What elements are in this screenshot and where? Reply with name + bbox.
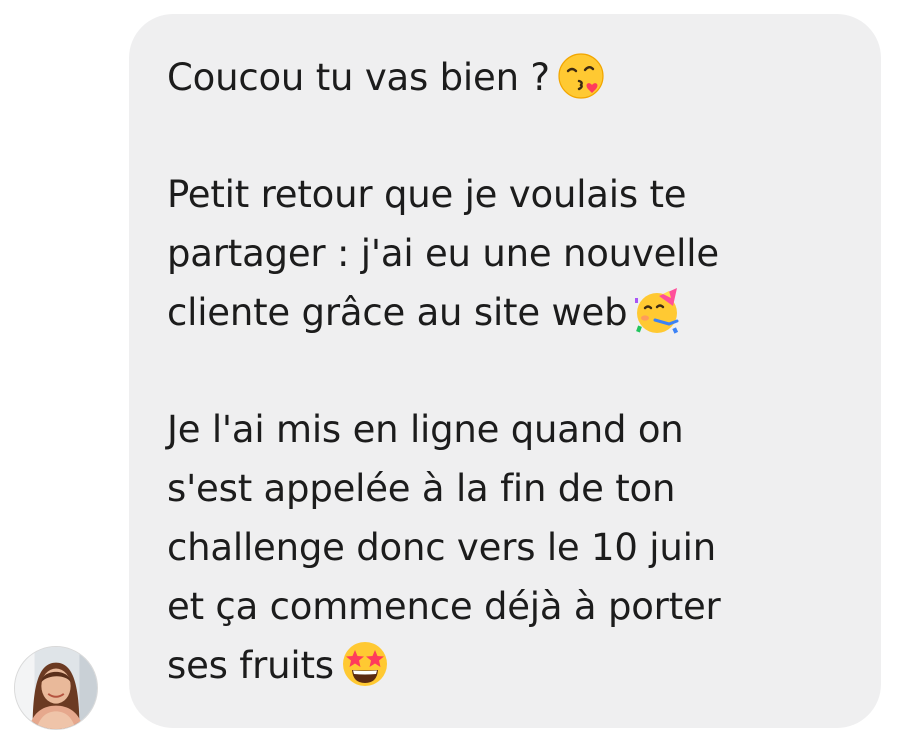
avatar-photo [15, 647, 97, 729]
message-line: ses fruits [167, 636, 861, 695]
message-line: et ça commence déjà à porter [167, 585, 721, 628]
message-line: Je l'ai mis en ligne quand on [167, 408, 684, 451]
sender-avatar[interactable] [14, 646, 98, 730]
partying-face-icon [633, 286, 683, 336]
message-line: challenge donc vers le 10 juin [167, 526, 716, 569]
star-struck-icon [340, 639, 390, 689]
message-line: Petit retour que je voulais te [167, 173, 687, 216]
message-line: cliente grâce au site web [167, 283, 861, 342]
message-line: Coucou tu vas bien ? [167, 48, 861, 107]
message-bubble[interactable]: Coucou tu vas bien ? Petit retour que je… [129, 14, 881, 728]
face-blowing-kiss-icon [556, 51, 606, 101]
message-line: s'est appelée à la fin de ton [167, 467, 676, 510]
message-line: partager : j'ai eu une nouvelle [167, 232, 719, 275]
